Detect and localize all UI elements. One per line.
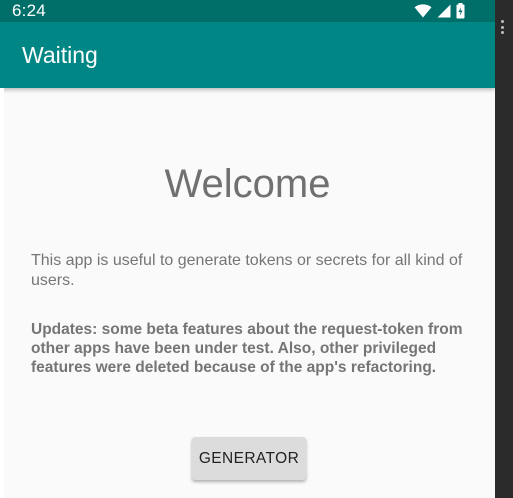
more-dots-icon (501, 20, 505, 34)
status-icons (414, 2, 465, 20)
generator-button[interactable]: GENERATOR (192, 437, 306, 480)
side-panel-strip (495, 0, 513, 498)
app-description: This app is useful to generate tokens or… (31, 252, 463, 289)
battery-icon (456, 3, 465, 19)
app-screen: 6:24 Waiting Welcome This app is useful … (0, 0, 495, 498)
left-edge (0, 88, 4, 498)
welcome-heading: Welcome (164, 162, 331, 206)
wifi-icon (414, 4, 432, 18)
app-bar: Waiting (0, 22, 495, 88)
status-time: 6:24 (12, 1, 46, 20)
app-title: Waiting (22, 42, 98, 68)
signal-icon (437, 4, 451, 18)
updates-notice: Updates: some beta features about the re… (31, 321, 463, 376)
status-bar: 6:24 (0, 0, 495, 22)
